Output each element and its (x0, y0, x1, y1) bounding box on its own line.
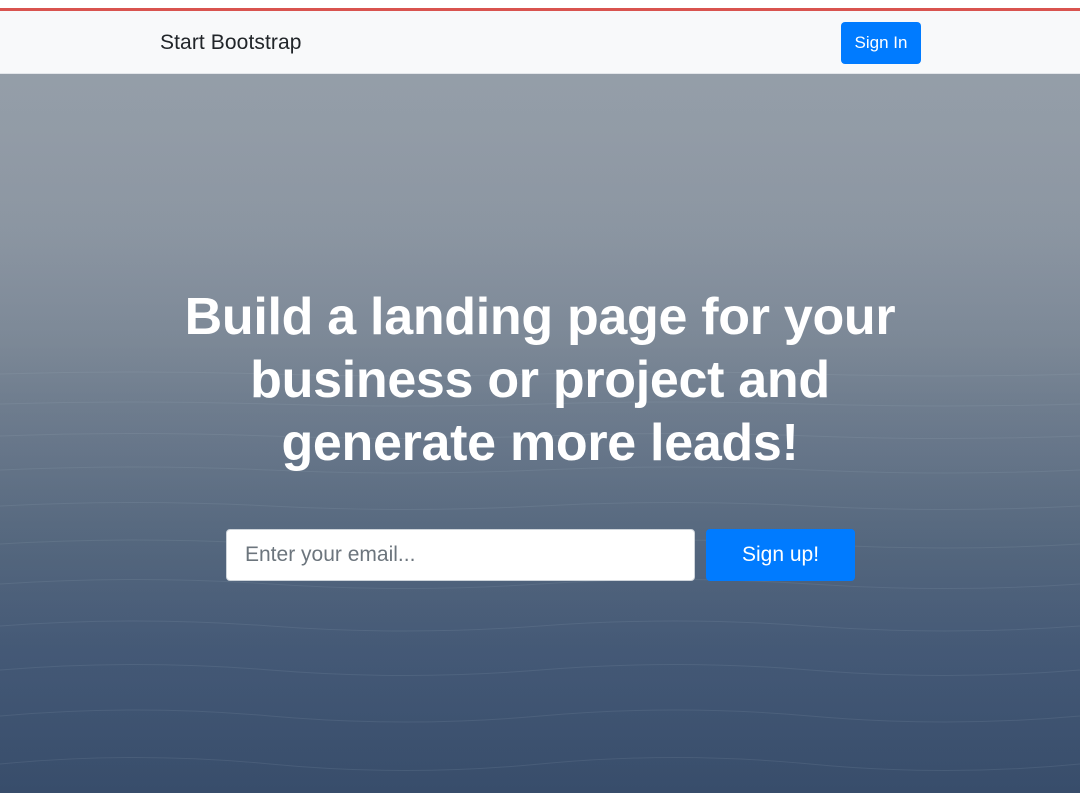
sign-up-button[interactable]: Sign up! (706, 529, 855, 581)
landing-page: Start Bootstrap Sign In Build a landing … (0, 0, 1080, 797)
page-bottom-edge (0, 793, 1080, 797)
email-input[interactable] (226, 529, 695, 581)
navbar: Start Bootstrap Sign In (0, 11, 1080, 74)
hero-section: Build a landing page for your business o… (0, 74, 1080, 793)
sign-in-button[interactable]: Sign In (841, 22, 921, 64)
hero-heading: Build a landing page for your business o… (184, 288, 896, 472)
brand-link[interactable]: Start Bootstrap (160, 31, 302, 55)
